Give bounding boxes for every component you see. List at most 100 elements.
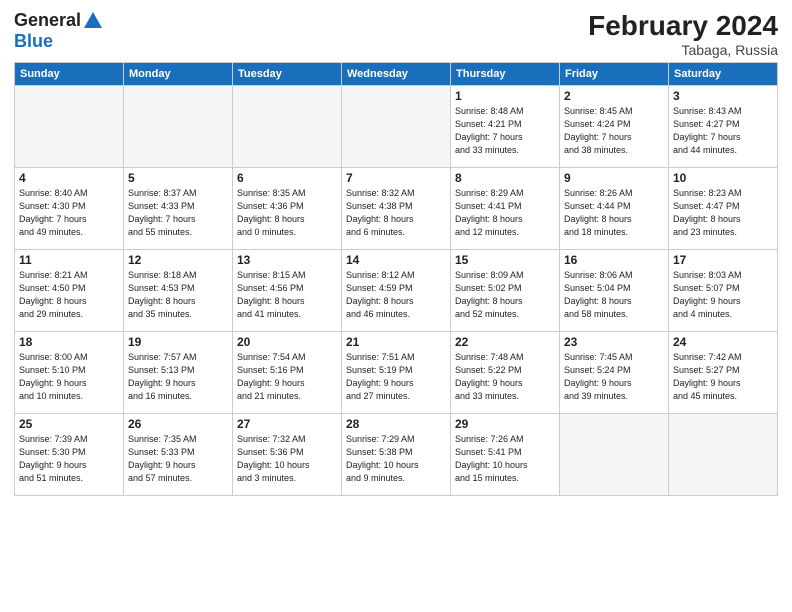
calendar-cell: 27Sunrise: 7:32 AM Sunset: 5:36 PM Dayli… [233,414,342,496]
calendar-cell [342,86,451,168]
cell-daylight-info: Sunrise: 8:06 AM Sunset: 5:04 PM Dayligh… [564,269,664,321]
calendar-cell: 3Sunrise: 8:43 AM Sunset: 4:27 PM Daylig… [669,86,778,168]
day-number: 14 [346,253,446,267]
day-number: 24 [673,335,773,349]
cell-daylight-info: Sunrise: 7:29 AM Sunset: 5:38 PM Dayligh… [346,433,446,485]
calendar-cell [233,86,342,168]
calendar-table: SundayMondayTuesdayWednesdayThursdayFrid… [14,62,778,496]
calendar-cell: 8 Sunrise: 8:29 AM Sunset: 4:41 PM Daylig… [451,168,560,250]
calendar-cell: 16 Sunrise: 8:06 AM Sunset: 5:04 PM Dayli… [560,250,669,332]
cell-daylight-info: Sunrise: 8:26 AM Sunset: 4:44 PM Dayligh… [564,187,664,239]
cell-daylight-info: Sunrise: 7:42 AM Sunset: 5:27 PM Dayligh… [673,351,773,403]
calendar-cell: 2 Sunrise: 8:45 AM Sunset: 4:24 PM Daylig… [560,86,669,168]
location: Tabaga, Russia [588,42,778,58]
cell-daylight-info: Sunrise: 7:45 AM Sunset: 5:24 PM Dayligh… [564,351,664,403]
cell-daylight-info: Sunrise: 8:21 AM Sunset: 4:50 PM Dayligh… [19,269,119,321]
cell-daylight-info: Sunrise: 7:48 AM Sunset: 5:22 PM Dayligh… [455,351,555,403]
day-number: 15 [455,253,555,267]
logo-text: General [14,10,104,32]
day-number: 2 [564,89,664,103]
calendar-cell [15,86,124,168]
day-number: 7 [346,171,446,185]
calendar-cell: 25 Sunrise: 7:39 AM Sunset: 5:30 PM Dayli… [15,414,124,496]
weekday-header: Tuesday [233,63,342,86]
day-number: 3 [673,89,773,103]
day-number: 6 [237,171,337,185]
cell-daylight-info: Sunrise: 8:12 AM Sunset: 4:59 PM Dayligh… [346,269,446,321]
weekday-header: Monday [124,63,233,86]
cell-daylight-info: Sunrise: 7:54 AM Sunset: 5:16 PM Dayligh… [237,351,337,403]
day-number: 22 [455,335,555,349]
calendar-cell: 10Sunrise: 8:23 AM Sunset: 4:47 PM Dayli… [669,168,778,250]
day-number: 25 [19,417,119,431]
day-number: 20 [237,335,337,349]
day-number: 1 [455,89,555,103]
day-number: 16 [564,253,664,267]
cell-daylight-info: Sunrise: 8:35 AM Sunset: 4:36 PM Dayligh… [237,187,337,239]
calendar-cell: 21Sunrise: 7:51 AM Sunset: 5:19 PM Dayli… [342,332,451,414]
day-number: 17 [673,253,773,267]
calendar-cell: 22 Sunrise: 7:48 AM Sunset: 5:22 PM Dayli… [451,332,560,414]
calendar-cell: 7Sunrise: 8:32 AM Sunset: 4:38 PM Daylig… [342,168,451,250]
calendar-cell: 9 Sunrise: 8:26 AM Sunset: 4:44 PM Daylig… [560,168,669,250]
logo-blue: Blue [14,32,104,52]
calendar-week-row: 25 Sunrise: 7:39 AM Sunset: 5:30 PM Dayli… [15,414,778,496]
cell-daylight-info: Sunrise: 7:39 AM Sunset: 5:30 PM Dayligh… [19,433,119,485]
cell-daylight-info: Sunrise: 8:29 AM Sunset: 4:41 PM Dayligh… [455,187,555,239]
day-number: 10 [673,171,773,185]
calendar-cell: 14 Sunrise: 8:12 AM Sunset: 4:59 PM Dayli… [342,250,451,332]
calendar-cell: 1 Sunrise: 8:48 AM Sunset: 4:21 PM Daylig… [451,86,560,168]
cell-daylight-info: Sunrise: 8:03 AM Sunset: 5:07 PM Dayligh… [673,269,773,321]
day-number: 8 [455,171,555,185]
page-container: General Blue February 2024 Tabaga, Russi… [0,0,792,502]
calendar-cell: 29 Sunrise: 7:26 AM Sunset: 5:41 PM Dayli… [451,414,560,496]
day-number: 12 [128,253,228,267]
calendar-week-row: 1 Sunrise: 8:48 AM Sunset: 4:21 PM Daylig… [15,86,778,168]
calendar-cell: 19 Sunrise: 7:57 AM Sunset: 5:13 PM Dayli… [124,332,233,414]
calendar-cell: 26Sunrise: 7:35 AM Sunset: 5:33 PM Dayli… [124,414,233,496]
day-number: 5 [128,171,228,185]
cell-daylight-info: Sunrise: 8:48 AM Sunset: 4:21 PM Dayligh… [455,105,555,157]
calendar-cell [124,86,233,168]
header: General Blue February 2024 Tabaga, Russi… [14,10,778,58]
calendar-cell: 4Sunrise: 8:40 AM Sunset: 4:30 PM Daylig… [15,168,124,250]
day-number: 18 [19,335,119,349]
weekday-header-row: SundayMondayTuesdayWednesdayThursdayFrid… [15,63,778,86]
cell-daylight-info: Sunrise: 8:09 AM Sunset: 5:02 PM Dayligh… [455,269,555,321]
day-number: 9 [564,171,664,185]
cell-daylight-info: Sunrise: 8:40 AM Sunset: 4:30 PM Dayligh… [19,187,119,239]
calendar-week-row: 4Sunrise: 8:40 AM Sunset: 4:30 PM Daylig… [15,168,778,250]
cell-daylight-info: Sunrise: 7:57 AM Sunset: 5:13 PM Dayligh… [128,351,228,403]
calendar-cell: 6 Sunrise: 8:35 AM Sunset: 4:36 PM Daylig… [233,168,342,250]
weekday-header: Saturday [669,63,778,86]
calendar-cell: 11 Sunrise: 8:21 AM Sunset: 4:50 PM Dayli… [15,250,124,332]
calendar-cell: 24 Sunrise: 7:42 AM Sunset: 5:27 PM Dayli… [669,332,778,414]
day-number: 27 [237,417,337,431]
day-number: 28 [346,417,446,431]
cell-daylight-info: Sunrise: 7:26 AM Sunset: 5:41 PM Dayligh… [455,433,555,485]
cell-daylight-info: Sunrise: 8:45 AM Sunset: 4:24 PM Dayligh… [564,105,664,157]
day-number: 23 [564,335,664,349]
weekday-header: Thursday [451,63,560,86]
title-block: February 2024 Tabaga, Russia [588,10,778,58]
calendar-cell [560,414,669,496]
calendar-week-row: 11 Sunrise: 8:21 AM Sunset: 4:50 PM Dayli… [15,250,778,332]
day-number: 21 [346,335,446,349]
calendar-cell [669,414,778,496]
cell-daylight-info: Sunrise: 8:15 AM Sunset: 4:56 PM Dayligh… [237,269,337,321]
calendar-cell: 18Sunrise: 8:00 AM Sunset: 5:10 PM Dayli… [15,332,124,414]
calendar-cell: 13Sunrise: 8:15 AM Sunset: 4:56 PM Dayli… [233,250,342,332]
day-number: 29 [455,417,555,431]
logo-icon [82,10,104,32]
day-number: 19 [128,335,228,349]
day-number: 11 [19,253,119,267]
cell-daylight-info: Sunrise: 8:37 AM Sunset: 4:33 PM Dayligh… [128,187,228,239]
calendar-cell: 28 Sunrise: 7:29 AM Sunset: 5:38 PM Dayli… [342,414,451,496]
cell-daylight-info: Sunrise: 8:18 AM Sunset: 4:53 PM Dayligh… [128,269,228,321]
day-number: 26 [128,417,228,431]
weekday-header: Sunday [15,63,124,86]
calendar-cell: 12 Sunrise: 8:18 AM Sunset: 4:53 PM Dayli… [124,250,233,332]
calendar-cell: 15 Sunrise: 8:09 AM Sunset: 5:02 PM Dayli… [451,250,560,332]
calendar-cell: 20 Sunrise: 7:54 AM Sunset: 5:16 PM Dayli… [233,332,342,414]
calendar-week-row: 18Sunrise: 8:00 AM Sunset: 5:10 PM Dayli… [15,332,778,414]
